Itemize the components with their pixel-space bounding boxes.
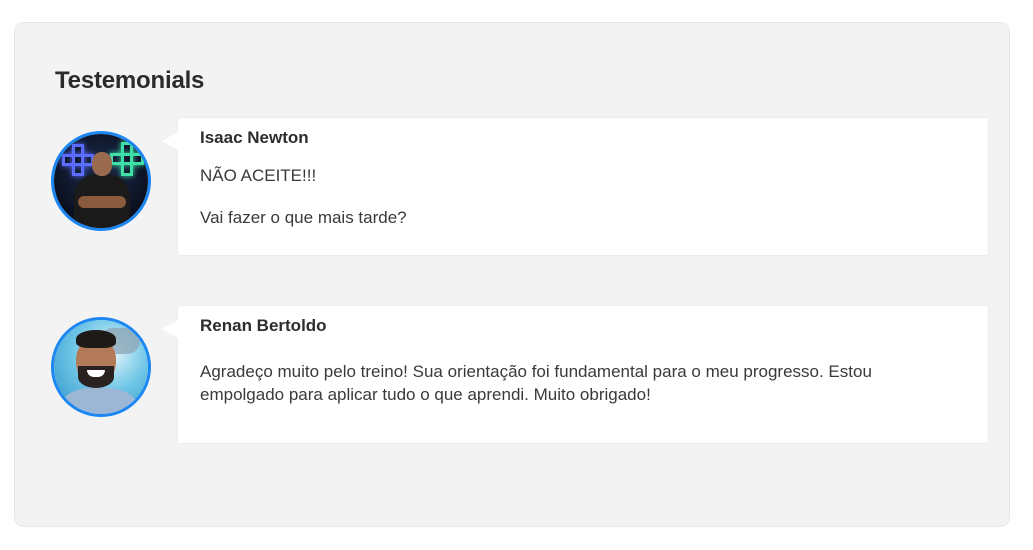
testimonial-author: Isaac Newton (200, 128, 309, 147)
testimonial-item: Renan Bertoldo Agradeço muito pelo trein… (51, 303, 989, 444)
person-avatar-smiling-icon (54, 320, 148, 414)
section-title: Testemonials (55, 67, 205, 94)
avatar (51, 131, 151, 231)
testimonial-author: Renan Bertoldo (200, 316, 327, 335)
testimonial-text-line: NÃO ACEITE!!! (200, 166, 317, 185)
person-avatar-neon-icon (54, 134, 148, 228)
testimonial-item: Isaac Newton NÃO ACEITE!!! Vai fazer o q… (51, 115, 989, 256)
testimonial-card: Isaac Newton NÃO ACEITE!!! Vai fazer o q… (162, 117, 989, 256)
testimonial-card: Renan Bertoldo Agradeço muito pelo trein… (162, 305, 989, 444)
speech-pointer (162, 132, 178, 150)
speech-pointer (162, 320, 178, 338)
avatar (51, 317, 151, 417)
testimonial-text: Agradeço muito pelo treino! Sua orientaç… (200, 362, 872, 404)
testimonial-text-line: Vai fazer o que mais tarde? (200, 208, 407, 227)
testimonials-panel: Testemonials Isaac Newton NÃO ACEITE!!! … (14, 22, 1010, 527)
